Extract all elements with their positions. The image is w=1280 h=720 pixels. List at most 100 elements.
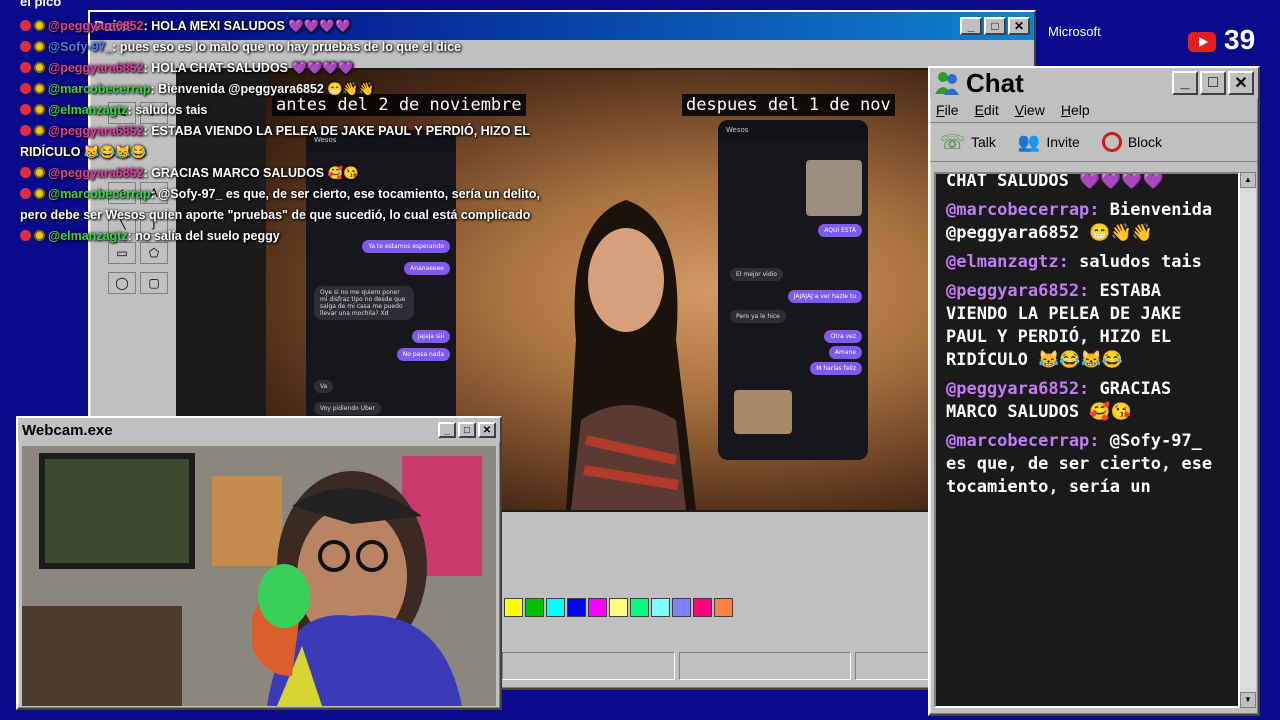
palette-swatch[interactable] bbox=[546, 598, 565, 617]
ellipse-icon[interactable]: ◯ bbox=[108, 272, 136, 294]
star-badge-icon bbox=[34, 104, 45, 115]
heart-badge-icon bbox=[20, 83, 31, 94]
overlay-chat-line: @peggyara6852: ESTABA VIENDO LA PELEA DE… bbox=[20, 121, 550, 163]
corner-text: el pico bbox=[20, 0, 62, 9]
overlay-chat-user: @peggyara6852 bbox=[48, 166, 144, 180]
webcam-window[interactable]: Webcam.exe _ □ ✕ bbox=[16, 416, 502, 710]
overlay-chat-line: @peggyara6852: GRACIAS MARCO SALUDOS 🥰😘 bbox=[20, 163, 550, 184]
chat-titlebar[interactable]: Chat _ □ ✕ bbox=[930, 68, 1258, 98]
chat-message: @marcobecerrap: Bienvenida @peggyara6852… bbox=[946, 199, 1228, 245]
overlay-chat-text: : no salía del suelo peggy bbox=[127, 229, 280, 243]
chat-message-user: @peggyara6852: bbox=[946, 281, 1090, 301]
block-label: Block bbox=[1127, 134, 1163, 150]
star-badge-icon bbox=[34, 188, 45, 199]
talk-button[interactable]: ☏ Talk bbox=[940, 130, 996, 155]
scroll-down-arrow-icon[interactable]: ▼ bbox=[1240, 692, 1256, 708]
viewer-count: 39 bbox=[1224, 24, 1256, 55]
phone-message: No pasa nada bbox=[396, 348, 450, 361]
caption-right: despues del 1 de nov bbox=[682, 94, 895, 116]
chat-message-user: @elmanzagtz: bbox=[946, 252, 1069, 272]
maximize-button[interactable]: □ bbox=[458, 422, 476, 438]
overlay-chat-line: @Sofy-97_: pues eso es lo malo que no ha… bbox=[20, 37, 550, 58]
chat-message: @peggyara6852: ESTABA VIENDO LA PELEA DE… bbox=[946, 280, 1228, 372]
palette-swatch[interactable] bbox=[693, 598, 712, 617]
palette-swatch[interactable] bbox=[504, 598, 523, 617]
minimize-button[interactable]: _ bbox=[1172, 71, 1198, 95]
webcam-feed bbox=[22, 446, 496, 706]
rounded-rect-icon[interactable]: ▢ bbox=[140, 272, 168, 294]
heart-badge-icon bbox=[20, 230, 31, 241]
palette-swatch[interactable] bbox=[630, 598, 649, 617]
phone-message: Pero ya le hice bbox=[730, 310, 786, 323]
minimize-button[interactable]: _ bbox=[438, 422, 456, 438]
heart-badge-icon bbox=[20, 62, 31, 73]
close-button[interactable]: ✕ bbox=[1228, 71, 1254, 95]
star-badge-icon bbox=[34, 41, 45, 52]
palette-swatch[interactable] bbox=[672, 598, 691, 617]
minimize-button[interactable]: _ bbox=[960, 17, 982, 35]
chat-message-text: saludos tais bbox=[1079, 252, 1202, 272]
maximize-button[interactable]: □ bbox=[984, 17, 1006, 35]
chat-message: CHAT SALUDOS 💜💜💜💜 bbox=[946, 172, 1228, 193]
palette-swatch[interactable] bbox=[714, 598, 733, 617]
palette-swatch[interactable] bbox=[651, 598, 670, 617]
palette-swatch[interactable] bbox=[609, 598, 628, 617]
overlay-chat-line: @marcobecerrap: @Sofy-97_ es que, de ser… bbox=[20, 184, 550, 226]
chat-message-text: CHAT SALUDOS 💜💜💜💜 bbox=[946, 172, 1164, 191]
chat-message-area[interactable]: CHAT SALUDOS 💜💜💜💜 @marcobecerrap: Bienven… bbox=[934, 172, 1240, 708]
star-badge-icon bbox=[34, 20, 45, 31]
close-button[interactable]: ✕ bbox=[1008, 17, 1030, 35]
menu-edit[interactable]: Edit bbox=[975, 102, 999, 118]
invite-icon: 👥 bbox=[1017, 131, 1041, 152]
overlay-chat-user: @Sofy-97_ bbox=[48, 40, 113, 54]
overlay-chat-text: : HOLA MEXI SALUDOS 💜💜💜💜 bbox=[143, 19, 351, 33]
chat-toolbar: ☏ Talk 👥 Invite Block bbox=[930, 122, 1258, 162]
close-button[interactable]: ✕ bbox=[478, 422, 496, 438]
overlay-chat-user: @marcobecerrap bbox=[48, 82, 151, 96]
menu-help[interactable]: Help bbox=[1061, 102, 1090, 118]
phone-message: El mejor vidio bbox=[730, 268, 783, 281]
phone-message: Ananaeeee bbox=[404, 262, 450, 275]
heart-badge-icon bbox=[20, 41, 31, 52]
overlay-chat-line: @elmanzagtz: saludos tais bbox=[20, 100, 550, 121]
chat-message: @elmanzagtz: saludos tais bbox=[946, 251, 1228, 274]
block-icon bbox=[1101, 132, 1122, 152]
phone-message: Va bbox=[314, 380, 334, 393]
chat-message: @peggyara6852: GRACIAS MARCO SALUDOS 🥰😘 bbox=[946, 378, 1228, 424]
palette-swatch[interactable] bbox=[588, 598, 607, 617]
color-palette[interactable] bbox=[504, 598, 733, 617]
overlay-chat: @peggyara6852 : HOLA MEXI SALUDOS 💜💜💜💜 @So… bbox=[20, 16, 550, 247]
webcam-scene bbox=[22, 446, 496, 706]
menu-view[interactable]: View bbox=[1015, 102, 1045, 118]
overlay-chat-line: @peggyara6852: HOLA CHAT SALUDOS 💜💜💜💜 bbox=[20, 58, 550, 79]
chat-message-user: @marcobecerrap: bbox=[946, 431, 1100, 451]
chat-message-list: CHAT SALUDOS 💜💜💜💜 @marcobecerrap: Bienven… bbox=[946, 172, 1228, 505]
youtube-icon bbox=[1188, 32, 1216, 52]
overlay-chat-user: @peggyara6852 bbox=[48, 61, 144, 75]
webcam-titlebar[interactable]: Webcam.exe _ □ ✕ bbox=[18, 418, 500, 442]
phone-message: M harías feliz bbox=[810, 362, 862, 375]
chat-window[interactable]: Chat _ □ ✕ File Edit View Help ☏ Talk 👥 … bbox=[928, 66, 1260, 716]
heart-badge-icon bbox=[20, 20, 31, 31]
overlay-chat-line: @elmanzagtz: no salía del suelo peggy bbox=[20, 226, 550, 247]
overlay-chat-user: @elmanzagtz bbox=[48, 103, 128, 117]
overlay-chat-user: @peggyara6852 bbox=[48, 124, 144, 138]
overlay-chat-text: : Bienvenida @peggyara6852 😁👋👋 bbox=[150, 82, 375, 96]
overlay-chat-text: : GRACIAS MARCO SALUDOS 🥰😘 bbox=[143, 166, 359, 180]
phone-message: Jajaja siii bbox=[411, 330, 450, 343]
star-badge-icon bbox=[34, 230, 45, 241]
invite-button[interactable]: 👥 Invite bbox=[1018, 132, 1080, 153]
overlay-chat-text: : HOLA CHAT SALUDOS 💜💜💜💜 bbox=[143, 61, 354, 75]
presenter-figure bbox=[566, 200, 696, 510]
palette-swatch[interactable] bbox=[567, 598, 586, 617]
chat-message-user: @marcobecerrap: bbox=[946, 200, 1100, 220]
overlay-chat-text: : saludos tais bbox=[127, 103, 208, 117]
block-button[interactable]: Block bbox=[1101, 132, 1163, 152]
palette-swatch[interactable] bbox=[525, 598, 544, 617]
cat-photo bbox=[734, 390, 792, 434]
scroll-up-arrow-icon[interactable]: ▲ bbox=[1240, 172, 1256, 188]
star-badge-icon bbox=[34, 125, 45, 136]
menu-file[interactable]: File bbox=[936, 102, 959, 118]
chat-scrollbar[interactable]: ▲ ▼ bbox=[1240, 172, 1256, 708]
maximize-button[interactable]: □ bbox=[1200, 71, 1226, 95]
